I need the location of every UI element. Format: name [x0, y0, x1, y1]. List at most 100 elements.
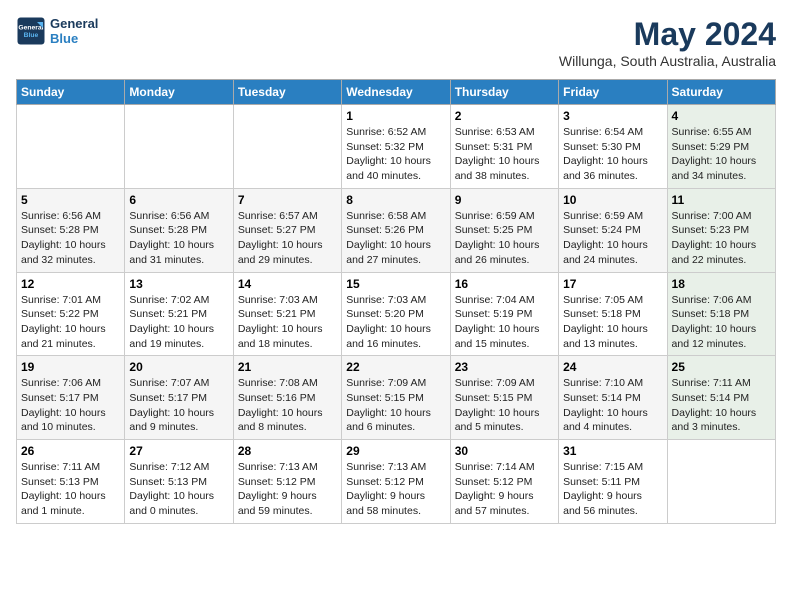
day-number: 29	[346, 444, 445, 458]
calendar-cell: 13 Sunrise: 7:02 AM Sunset: 5:21 PM Dayli…	[125, 272, 233, 356]
day-header-friday: Friday	[559, 80, 667, 105]
day-number: 10	[563, 193, 662, 207]
day-info: Sunrise: 6:55 AM Sunset: 5:29 PM Dayligh…	[672, 125, 771, 184]
calendar-cell: 11 Sunrise: 7:00 AM Sunset: 5:23 PM Dayli…	[667, 188, 775, 272]
calendar-cell	[667, 440, 775, 524]
day-info: Sunrise: 7:03 AM Sunset: 5:20 PM Dayligh…	[346, 293, 445, 352]
day-number: 24	[563, 360, 662, 374]
day-header-thursday: Thursday	[450, 80, 558, 105]
day-number: 13	[129, 277, 228, 291]
day-number: 17	[563, 277, 662, 291]
calendar-week-2: 5 Sunrise: 6:56 AM Sunset: 5:28 PM Daylig…	[17, 188, 776, 272]
day-info: Sunrise: 7:08 AM Sunset: 5:16 PM Dayligh…	[238, 376, 337, 435]
day-header-sunday: Sunday	[17, 80, 125, 105]
day-info: Sunrise: 7:06 AM Sunset: 5:17 PM Dayligh…	[21, 376, 120, 435]
day-number: 26	[21, 444, 120, 458]
day-number: 18	[672, 277, 771, 291]
calendar-week-3: 12Sunrise: 7:01 AM Sunset: 5:22 PM Dayli…	[17, 272, 776, 356]
day-number: 4	[672, 109, 771, 123]
calendar-cell: 9 Sunrise: 6:59 AM Sunset: 5:25 PM Daylig…	[450, 188, 558, 272]
day-number: 21	[238, 360, 337, 374]
day-info: Sunrise: 7:14 AM Sunset: 5:12 PM Dayligh…	[455, 460, 554, 519]
logo: General Blue General Blue	[16, 16, 98, 46]
calendar-cell: 15 Sunrise: 7:03 AM Sunset: 5:20 PM Dayli…	[342, 272, 450, 356]
day-number: 20	[129, 360, 228, 374]
day-number: 8	[346, 193, 445, 207]
calendar-cell: 20 Sunrise: 7:07 AM Sunset: 5:17 PM Dayli…	[125, 356, 233, 440]
day-info: Sunrise: 7:04 AM Sunset: 5:19 PM Dayligh…	[455, 293, 554, 352]
calendar-cell: 24 Sunrise: 7:10 AM Sunset: 5:14 PM Dayli…	[559, 356, 667, 440]
calendar-cell: 17 Sunrise: 7:05 AM Sunset: 5:18 PM Dayli…	[559, 272, 667, 356]
calendar-cell: 12Sunrise: 7:01 AM Sunset: 5:22 PM Dayli…	[17, 272, 125, 356]
day-number: 5	[21, 193, 120, 207]
calendar-cell: 1Sunrise: 6:52 AM Sunset: 5:32 PM Daylig…	[342, 105, 450, 189]
day-info: Sunrise: 7:07 AM Sunset: 5:17 PM Dayligh…	[129, 376, 228, 435]
day-info: Sunrise: 7:09 AM Sunset: 5:15 PM Dayligh…	[455, 376, 554, 435]
calendar-cell: 5 Sunrise: 6:56 AM Sunset: 5:28 PM Daylig…	[17, 188, 125, 272]
calendar-cell: 22Sunrise: 7:09 AM Sunset: 5:15 PM Dayli…	[342, 356, 450, 440]
svg-text:General: General	[18, 25, 43, 32]
day-info: Sunrise: 7:15 AM Sunset: 5:11 PM Dayligh…	[563, 460, 662, 519]
day-info: Sunrise: 6:58 AM Sunset: 5:26 PM Dayligh…	[346, 209, 445, 268]
month-title: May 2024	[559, 16, 776, 53]
logo-text: General	[50, 16, 98, 31]
calendar-cell: 8 Sunrise: 6:58 AM Sunset: 5:26 PM Daylig…	[342, 188, 450, 272]
day-number: 23	[455, 360, 554, 374]
calendar-cell: 19 Sunrise: 7:06 AM Sunset: 5:17 PM Dayli…	[17, 356, 125, 440]
day-number: 12	[21, 277, 120, 291]
day-info: Sunrise: 7:03 AM Sunset: 5:21 PM Dayligh…	[238, 293, 337, 352]
day-info: Sunrise: 7:09 AM Sunset: 5:15 PM Dayligh…	[346, 376, 445, 435]
day-info: Sunrise: 7:11 AM Sunset: 5:13 PM Dayligh…	[21, 460, 120, 519]
day-header-saturday: Saturday	[667, 80, 775, 105]
calendar-cell: 26 Sunrise: 7:11 AM Sunset: 5:13 PM Dayli…	[17, 440, 125, 524]
day-header-wednesday: Wednesday	[342, 80, 450, 105]
day-header-tuesday: Tuesday	[233, 80, 341, 105]
calendar-cell: 4 Sunrise: 6:55 AM Sunset: 5:29 PM Daylig…	[667, 105, 775, 189]
day-info: Sunrise: 7:10 AM Sunset: 5:14 PM Dayligh…	[563, 376, 662, 435]
calendar-cell: 16Sunrise: 7:04 AM Sunset: 5:19 PM Dayli…	[450, 272, 558, 356]
calendar-week-1: 1Sunrise: 6:52 AM Sunset: 5:32 PM Daylig…	[17, 105, 776, 189]
calendar-cell: 7Sunrise: 6:57 AM Sunset: 5:27 PM Daylig…	[233, 188, 341, 272]
day-number: 31	[563, 444, 662, 458]
calendar-cell: 21 Sunrise: 7:08 AM Sunset: 5:16 PM Dayli…	[233, 356, 341, 440]
day-info: Sunrise: 6:59 AM Sunset: 5:24 PM Dayligh…	[563, 209, 662, 268]
calendar-cell	[17, 105, 125, 189]
calendar-cell	[125, 105, 233, 189]
day-header-monday: Monday	[125, 80, 233, 105]
day-info: Sunrise: 7:13 AM Sunset: 5:12 PM Dayligh…	[346, 460, 445, 519]
day-number: 3	[563, 109, 662, 123]
calendar-cell	[233, 105, 341, 189]
calendar-cell: 14Sunrise: 7:03 AM Sunset: 5:21 PM Dayli…	[233, 272, 341, 356]
day-info: Sunrise: 7:02 AM Sunset: 5:21 PM Dayligh…	[129, 293, 228, 352]
day-number: 25	[672, 360, 771, 374]
day-info: Sunrise: 6:56 AM Sunset: 5:28 PM Dayligh…	[21, 209, 120, 268]
day-info: Sunrise: 7:00 AM Sunset: 5:23 PM Dayligh…	[672, 209, 771, 268]
day-info: Sunrise: 7:06 AM Sunset: 5:18 PM Dayligh…	[672, 293, 771, 352]
day-info: Sunrise: 6:57 AM Sunset: 5:27 PM Dayligh…	[238, 209, 337, 268]
day-number: 2	[455, 109, 554, 123]
calendar-cell: 29 Sunrise: 7:13 AM Sunset: 5:12 PM Dayli…	[342, 440, 450, 524]
logo-icon: General Blue	[16, 16, 46, 46]
day-info: Sunrise: 7:13 AM Sunset: 5:12 PM Dayligh…	[238, 460, 337, 519]
title-block: May 2024 Willunga, South Australia, Aust…	[559, 16, 776, 69]
day-info: Sunrise: 7:12 AM Sunset: 5:13 PM Dayligh…	[129, 460, 228, 519]
day-info: Sunrise: 6:59 AM Sunset: 5:25 PM Dayligh…	[455, 209, 554, 268]
calendar-table: SundayMondayTuesdayWednesdayThursdayFrid…	[16, 79, 776, 524]
day-info: Sunrise: 6:56 AM Sunset: 5:28 PM Dayligh…	[129, 209, 228, 268]
day-number: 1	[346, 109, 445, 123]
day-info: Sunrise: 7:11 AM Sunset: 5:14 PM Dayligh…	[672, 376, 771, 435]
day-number: 11	[672, 193, 771, 207]
day-info: Sunrise: 7:05 AM Sunset: 5:18 PM Dayligh…	[563, 293, 662, 352]
calendar-week-5: 26 Sunrise: 7:11 AM Sunset: 5:13 PM Dayli…	[17, 440, 776, 524]
calendar-cell: 23 Sunrise: 7:09 AM Sunset: 5:15 PM Dayli…	[450, 356, 558, 440]
svg-text:Blue: Blue	[24, 32, 39, 39]
calendar-cell: 27Sunrise: 7:12 AM Sunset: 5:13 PM Dayli…	[125, 440, 233, 524]
calendar-cell: 3Sunrise: 6:54 AM Sunset: 5:30 PM Daylig…	[559, 105, 667, 189]
calendar-cell: 2Sunrise: 6:53 AM Sunset: 5:31 PM Daylig…	[450, 105, 558, 189]
day-number: 19	[21, 360, 120, 374]
day-number: 30	[455, 444, 554, 458]
page-header: General Blue General Blue May 2024 Willu…	[16, 16, 776, 69]
day-number: 15	[346, 277, 445, 291]
calendar-body: 1Sunrise: 6:52 AM Sunset: 5:32 PM Daylig…	[17, 105, 776, 524]
day-number: 9	[455, 193, 554, 207]
